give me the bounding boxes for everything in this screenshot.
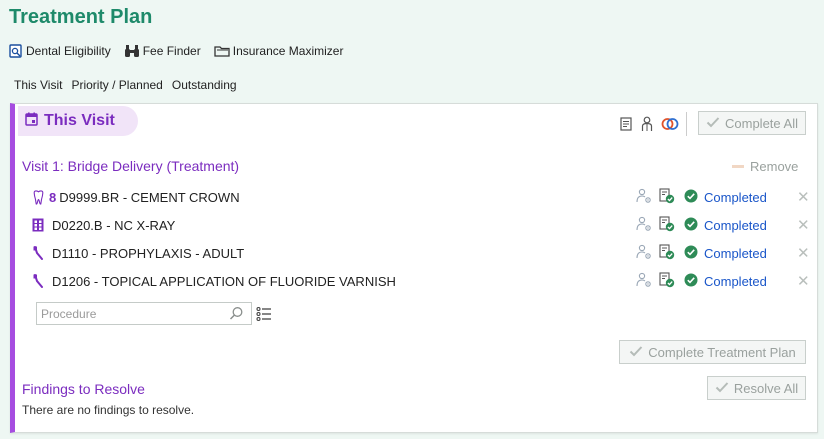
provider-icon[interactable] xyxy=(640,116,654,137)
tooth-number: 8 xyxy=(49,189,57,205)
page-title: Treatment Plan xyxy=(9,6,153,28)
patient-settings-icon[interactable] xyxy=(636,272,652,291)
remove-visit-button[interactable]: Remove xyxy=(732,159,798,174)
visit-card-header: This Visit xyxy=(18,106,138,136)
patient-settings-icon[interactable] xyxy=(636,188,652,207)
insurance-maximizer-label: Insurance Maximizer xyxy=(232,44,344,58)
binoculars-icon xyxy=(124,44,140,58)
procedure-description: D0220.B - NC X-RAY xyxy=(52,217,176,233)
procedure-actions: Completed xyxy=(636,243,767,263)
card-header-icons xyxy=(619,116,679,137)
status-label: Completed xyxy=(704,273,767,289)
search-icon[interactable] xyxy=(229,306,244,326)
dental-eligibility-label: Dental Eligibility xyxy=(26,44,111,58)
visit-tabs: This Visit Priority / Planned Outstandin… xyxy=(14,78,246,94)
patient-settings-icon[interactable] xyxy=(636,216,652,235)
procedure-description: D9999.BR - CEMENT CROWN xyxy=(59,189,240,205)
check-circle-icon xyxy=(684,245,698,262)
toolbar: Dental Eligibility Fee Finder Insurance … xyxy=(9,42,356,60)
document-check-icon[interactable] xyxy=(659,215,675,235)
procedure-actions: Completed xyxy=(636,271,767,291)
procedure-actions: Completed xyxy=(636,215,767,235)
findings-empty-text: There are no findings to resolve. xyxy=(22,403,195,417)
status-completed[interactable]: Completed xyxy=(684,245,767,262)
document-check-icon[interactable] xyxy=(659,187,675,207)
check-icon xyxy=(629,345,643,360)
check-circle-icon xyxy=(684,189,698,206)
eligibility-icon xyxy=(9,44,23,58)
calendar-icon xyxy=(25,112,38,131)
insurance-rings-icon[interactable] xyxy=(661,116,679,137)
patient-settings-icon[interactable] xyxy=(636,244,652,263)
close-icon[interactable]: ✕ xyxy=(797,188,810,206)
complete-all-label: Complete All xyxy=(725,115,798,131)
fee-finder-label: Fee Finder xyxy=(142,44,201,58)
procedure-actions: Completed xyxy=(636,187,767,207)
status-label: Completed xyxy=(704,217,767,233)
this-visit-card: This Visit Complete All Visit 1: Bridge … xyxy=(10,103,818,433)
document-check-icon[interactable] xyxy=(659,271,675,291)
status-label: Completed xyxy=(704,245,767,261)
check-icon xyxy=(706,116,720,131)
procedure-row[interactable]: D0220.B - NC X-RAY Completed ✕ xyxy=(31,215,810,235)
findings-title: Findings to Resolve xyxy=(22,381,145,397)
document-check-icon[interactable] xyxy=(659,243,675,263)
visit-card-title: This Visit xyxy=(44,112,115,129)
remove-label: Remove xyxy=(750,159,799,174)
procedure-row[interactable]: 8 D9999.BR - CEMENT CROWN Completed ✕ xyxy=(31,187,810,207)
complete-treatment-plan-button[interactable]: Complete Treatment Plan xyxy=(619,340,806,364)
status-label: Completed xyxy=(704,189,767,205)
insurance-maximizer-link[interactable]: Insurance Maximizer xyxy=(214,44,344,58)
status-completed[interactable]: Completed xyxy=(684,217,767,234)
close-icon[interactable]: ✕ xyxy=(797,216,810,234)
procedure-description: D1110 - PROPHYLAXIS - ADULT xyxy=(52,245,245,261)
procedure-row[interactable]: D1110 - PROPHYLAXIS - ADULT Completed ✕ xyxy=(31,243,810,263)
procedure-row[interactable]: D1206 - TOPICAL APPLICATION OF FLUORIDE … xyxy=(31,271,810,291)
complete-all-button[interactable]: Complete All xyxy=(698,111,806,135)
header-divider xyxy=(686,112,687,136)
check-circle-icon xyxy=(684,217,698,234)
tab-outstanding[interactable]: Outstanding xyxy=(172,78,237,94)
resolve-all-label: Resolve All xyxy=(733,380,799,396)
toothbrush-icon xyxy=(31,273,45,289)
tab-this-visit[interactable]: This Visit xyxy=(14,78,62,94)
tooth-icon xyxy=(31,189,45,205)
procedure-search-input[interactable] xyxy=(36,302,252,325)
toothbrush-icon xyxy=(31,245,45,261)
check-icon xyxy=(715,381,729,396)
procedure-description: D1206 - TOPICAL APPLICATION OF FLUORIDE … xyxy=(52,273,396,289)
procedure-list-icon[interactable] xyxy=(256,306,272,327)
fee-finder-link[interactable]: Fee Finder xyxy=(124,44,201,58)
resolve-all-button[interactable]: Resolve All xyxy=(707,376,806,400)
close-icon[interactable]: ✕ xyxy=(797,272,810,290)
dental-eligibility-link[interactable]: Dental Eligibility xyxy=(9,44,111,58)
xray-icon xyxy=(31,218,45,232)
minus-icon xyxy=(732,165,744,168)
tab-priority-planned[interactable]: Priority / Planned xyxy=(71,78,162,94)
folder-icon xyxy=(214,44,230,58)
complete-treatment-plan-label: Complete Treatment Plan xyxy=(648,344,796,360)
notes-icon[interactable] xyxy=(619,117,633,136)
status-completed[interactable]: Completed xyxy=(684,189,767,206)
visit-heading: Visit 1: Bridge Delivery (Treatment) xyxy=(22,158,240,174)
close-icon[interactable]: ✕ xyxy=(797,244,810,262)
check-circle-icon xyxy=(684,273,698,290)
status-completed[interactable]: Completed xyxy=(684,273,767,290)
